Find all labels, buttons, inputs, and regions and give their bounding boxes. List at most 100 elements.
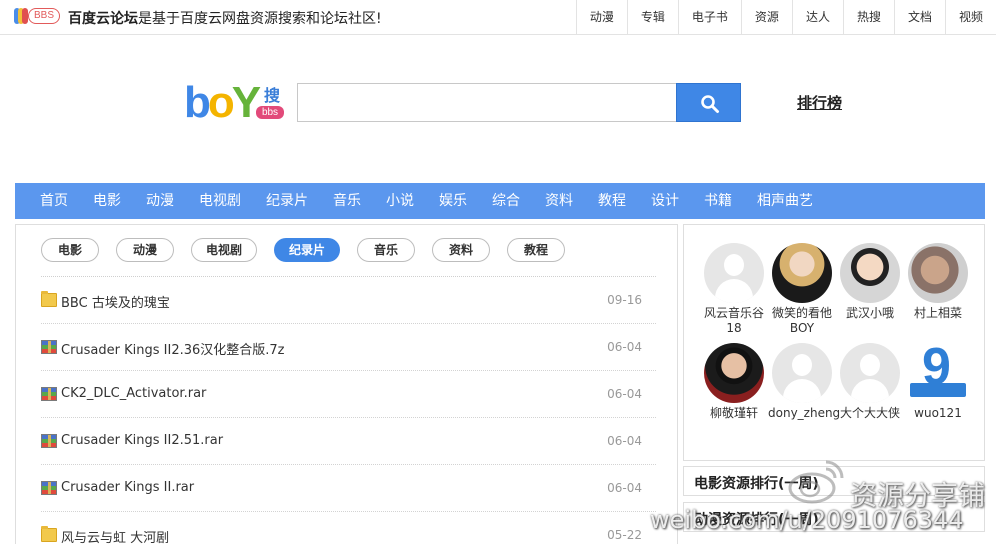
list-item[interactable]: BBC 古埃及的瑰宝 09-16 — [41, 277, 656, 324]
avatar[interactable] — [840, 343, 900, 403]
avatar[interactable] — [704, 243, 764, 303]
user-name[interactable]: dony_zheng — [768, 406, 840, 421]
category-pill[interactable]: 电影 — [41, 238, 99, 262]
user-card[interactable]: 大个大大侠 — [836, 343, 904, 421]
file-date: 06-04 — [607, 481, 642, 495]
watermark-url: weibo.com/u/2091076344 — [650, 506, 964, 534]
archive-icon — [41, 481, 57, 495]
file-name-link[interactable]: Crusader Kings II2.51.rar — [61, 433, 223, 448]
top-nav-item[interactable]: 达人 — [791, 0, 843, 35]
user-card[interactable]: dony_zheng — [768, 343, 840, 421]
site-logo[interactable]: BBS — [14, 8, 60, 24]
file-date: 06-04 — [607, 340, 642, 354]
brand-sou: 搜 — [264, 86, 281, 105]
avatar[interactable] — [840, 243, 900, 303]
sidebar-users-panel: 风云音乐谷18 微笑的看他BOY 武汉小哦 村上相菜柳敬瑾轩 dony_zheng 大个大… — [683, 224, 985, 461]
user-card[interactable]: 微笑的看他BOY — [768, 243, 836, 336]
file-date: 05-22 — [607, 528, 642, 542]
file-date: 06-04 — [607, 434, 642, 448]
main-nav-item[interactable]: 资料 — [538, 183, 580, 219]
search-brand-logo[interactable]: boY 搜 bbs — [184, 78, 284, 127]
content-panel: 电影 动漫 电视剧 纪录片 音乐 资料 教程 BBC 古埃及的瑰宝 09-16 Crusader… — [15, 224, 678, 544]
user-name[interactable]: 微笑的看他BOY — [768, 306, 836, 336]
user-card[interactable]: 武汉小哦 — [836, 243, 904, 321]
main-nav-item[interactable]: 小说 — [379, 183, 421, 219]
user-card[interactable]: wuo121 — [904, 343, 972, 421]
list-item[interactable]: 风与云与虹 大河剧 05-22 — [41, 512, 656, 544]
main-nav-item[interactable]: 相声曲艺 — [750, 183, 820, 219]
avatar[interactable] — [772, 343, 832, 403]
user-name[interactable]: 武汉小哦 — [836, 306, 904, 321]
avatar[interactable] — [772, 243, 832, 303]
top-nav-item[interactable]: 资源 — [740, 0, 792, 35]
top-nav-item[interactable]: 专辑 — [626, 0, 678, 35]
user-name[interactable]: 大个大大侠 — [836, 406, 904, 421]
avatar[interactable] — [908, 343, 968, 403]
category-pill[interactable]: 电视剧 — [191, 238, 258, 262]
list-item[interactable]: Crusader Kings II2.36汉化整合版.7z 06-04 — [41, 324, 656, 371]
slogan-brand: 百度云论坛 — [68, 11, 138, 27]
top-nav-item[interactable]: 动漫 — [575, 0, 627, 35]
user-name[interactable]: 村上相菜 — [904, 306, 972, 321]
main-nav-item[interactable]: 教程 — [591, 183, 633, 219]
file-list: BBC 古埃及的瑰宝 09-16 Crusader Kings II2.36汉化整合… — [41, 277, 656, 544]
top-bar: BBS 百度云论坛是基于百度云网盘资源搜索和论坛社区! 动漫 专辑 电子书 资源 达人热… — [0, 0, 996, 35]
user-name[interactable]: wuo121 — [904, 406, 972, 421]
top-nav-item[interactable]: 电子书 — [677, 0, 741, 35]
main-nav-item[interactable]: 音乐 — [326, 183, 368, 219]
page: BBS 百度云论坛是基于百度云网盘资源搜索和论坛社区! 动漫 专辑 电子书 资源 达人热… — [0, 0, 996, 544]
slogan-text: 是基于百度云网盘资源搜索和论坛社区! — [138, 11, 382, 27]
search-button[interactable] — [676, 83, 741, 122]
main-nav-item[interactable]: 书籍 — [697, 183, 739, 219]
archive-icon — [41, 340, 57, 354]
top-nav-item[interactable]: 热搜 — [842, 0, 894, 35]
category-pill[interactable]: 动漫 — [116, 238, 174, 262]
file-name-link[interactable]: Crusader Kings II2.36汉化整合版.7z — [61, 339, 285, 358]
category-pill[interactable]: 教程 — [507, 238, 566, 262]
list-item[interactable]: CK2_DLC_Activator.rar 06-04 — [41, 371, 656, 418]
main-nav-item[interactable]: 综合 — [485, 183, 527, 219]
file-date: 06-04 — [607, 387, 642, 401]
main-nav-item[interactable]: 首页 — [33, 183, 75, 219]
main-nav-item[interactable]: 娱乐 — [432, 183, 474, 219]
user-card[interactable]: 村上相菜 — [904, 243, 972, 321]
user-name[interactable]: 风云音乐谷18 — [700, 306, 768, 336]
search-icon — [701, 95, 719, 113]
main-nav-item[interactable]: 电影 — [86, 183, 128, 219]
top-nav-item[interactable]: 视频 — [944, 0, 996, 35]
file-name-link[interactable]: BBC 古埃及的瑰宝 — [61, 292, 170, 311]
brand-bbs-badge: bbs — [256, 106, 284, 119]
user-card[interactable]: 柳敬瑾轩 — [700, 343, 768, 421]
file-name-link[interactable]: 风与云与虹 大河剧 — [61, 527, 169, 544]
folder-icon — [41, 291, 57, 307]
user-name[interactable]: 柳敬瑾轩 — [700, 406, 768, 421]
category-pill[interactable]: 纪录片 — [274, 238, 341, 262]
category-pill[interactable]: 资料 — [432, 238, 491, 262]
site-slogan: 百度云论坛是基于百度云网盘资源搜索和论坛社区! — [68, 8, 382, 28]
file-date: 09-16 — [607, 293, 642, 307]
avatar[interactable] — [704, 343, 764, 403]
file-name-link[interactable]: CK2_DLC_Activator.rar — [61, 386, 206, 401]
main-nav-item[interactable]: 电视剧 — [192, 183, 248, 219]
avatar[interactable] — [908, 243, 968, 303]
category-pills: 电影 动漫 电视剧 纪录片 音乐 资料 教程 — [41, 238, 582, 262]
main-nav: 首页 电影 动漫 电视剧 纪录片 音乐 小说 娱乐 综合 资料 教程 设计 书籍 相声曲艺 — [15, 183, 985, 219]
weibo-watermark-icon — [788, 460, 844, 504]
main-nav-item[interactable]: 设计 — [644, 183, 686, 219]
top-nav: 动漫 专辑 电子书 资源 达人 热搜 文档 视频 — [575, 0, 996, 35]
folder-icon — [41, 526, 57, 542]
file-name-link[interactable]: Crusader Kings II.rar — [61, 480, 194, 495]
main-nav-item[interactable]: 动漫 — [139, 183, 181, 219]
top-nav-item[interactable]: 文档 — [893, 0, 945, 35]
list-item[interactable]: Crusader Kings II.rar 06-04 — [41, 465, 656, 512]
main-nav-item[interactable]: 纪录片 — [259, 183, 315, 219]
brand-letters: boY — [184, 78, 261, 127]
search-input[interactable] — [297, 83, 676, 122]
list-item[interactable]: Crusader Kings II2.51.rar 06-04 — [41, 418, 656, 465]
ranking-link[interactable]: 排行榜 — [797, 92, 842, 113]
category-pill[interactable]: 音乐 — [357, 238, 416, 262]
archive-icon — [41, 387, 57, 401]
archive-icon — [41, 434, 57, 448]
user-card[interactable]: 风云音乐谷18 — [700, 243, 768, 336]
logo-text: BBS — [28, 8, 60, 24]
